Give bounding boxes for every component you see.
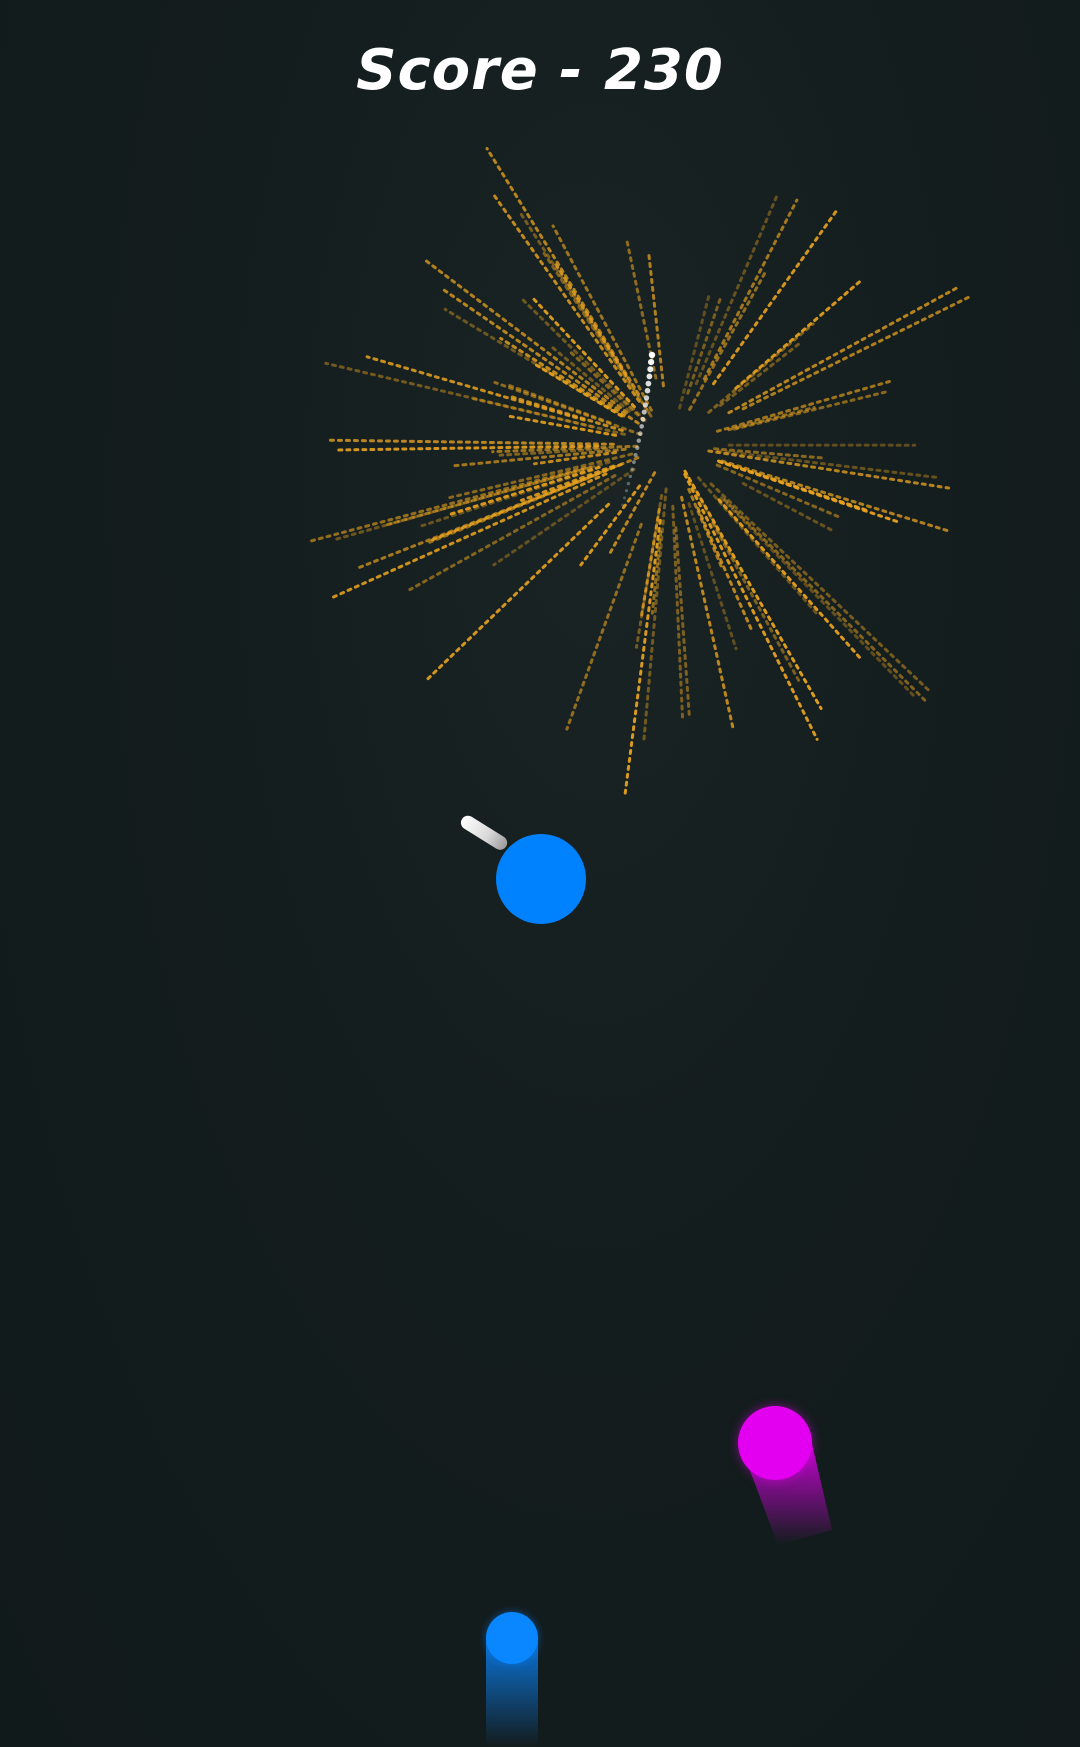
spark-dot (638, 431, 643, 436)
spark-dot (648, 351, 656, 359)
spark-dot (635, 445, 640, 450)
score-label: Score - 230 (356, 38, 724, 103)
spark-dot (639, 424, 644, 429)
spark-dot (633, 453, 638, 457)
white-spark-trail (621, 351, 656, 507)
small-blue-ball (486, 1612, 538, 1664)
spark-dot (636, 438, 641, 443)
spark-dot (632, 460, 636, 464)
spark-dot (630, 467, 634, 472)
game-canvas[interactable]: Score - 230 (0, 0, 1080, 1747)
spark-dot (648, 359, 655, 366)
spark-dot (643, 395, 650, 401)
spark-dot (624, 489, 629, 493)
spark-dot (621, 503, 624, 507)
spark-dot (626, 481, 631, 486)
spark-dot (628, 474, 632, 479)
spark-dot (644, 387, 651, 394)
player-ball[interactable] (496, 834, 586, 924)
spark-dot (646, 373, 653, 380)
spark-dot (623, 496, 627, 500)
spark-dot (645, 380, 652, 387)
spark-dot (642, 402, 649, 408)
spark-dot (647, 366, 654, 373)
magenta-ball (738, 1406, 812, 1480)
spark-dot (640, 416, 646, 422)
spark-dot (641, 409, 647, 415)
